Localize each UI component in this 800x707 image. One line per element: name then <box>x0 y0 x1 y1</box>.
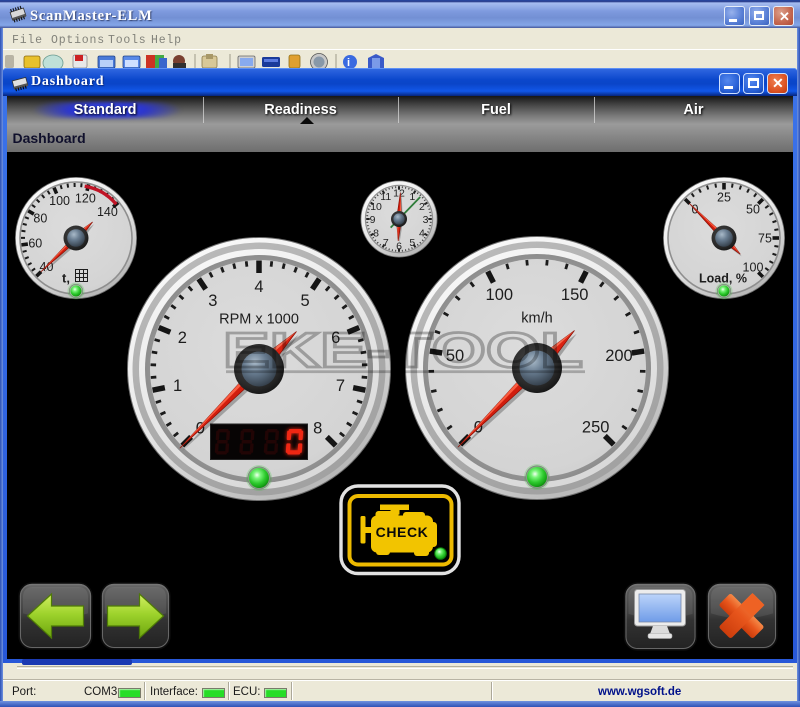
svg-text:1: 1 <box>173 377 182 395</box>
svg-text:2: 2 <box>178 329 187 347</box>
svg-text:3: 3 <box>208 292 217 310</box>
svg-text:8: 8 <box>313 420 322 438</box>
svg-text:EKE-TOOL: EKE-TOOL <box>223 324 583 378</box>
svg-text:t,: t, <box>62 271 70 286</box>
svg-text:7: 7 <box>336 377 345 395</box>
svg-text:6: 6 <box>396 241 402 253</box>
svg-text:200: 200 <box>605 347 633 365</box>
svg-text:60: 60 <box>28 237 42 251</box>
svg-text:5: 5 <box>301 292 310 310</box>
svg-text:i: i <box>347 57 350 68</box>
svg-text:9: 9 <box>370 214 376 226</box>
svg-text:1: 1 <box>409 191 415 203</box>
svg-text:120: 120 <box>75 192 96 206</box>
svg-text:12: 12 <box>393 188 405 200</box>
svg-text:CHECK: CHECK <box>376 524 429 540</box>
svg-text:8: 8 <box>373 227 379 239</box>
svg-text:25: 25 <box>717 191 731 205</box>
svg-text:140: 140 <box>97 205 118 219</box>
svg-text:100: 100 <box>49 194 70 208</box>
svg-text:4: 4 <box>419 227 425 239</box>
svg-text:50: 50 <box>746 203 760 217</box>
svg-text:100: 100 <box>486 286 514 304</box>
svg-text:75: 75 <box>758 232 772 246</box>
svg-text:3: 3 <box>423 214 429 226</box>
svg-text:250: 250 <box>582 419 610 437</box>
svg-text:150: 150 <box>561 286 589 304</box>
svg-text:5: 5 <box>409 237 415 249</box>
svg-text:2: 2 <box>419 201 425 213</box>
svg-text:7: 7 <box>383 237 389 249</box>
svg-text:80: 80 <box>33 211 47 225</box>
svg-text:11: 11 <box>380 191 391 203</box>
svg-text:4: 4 <box>254 278 263 296</box>
